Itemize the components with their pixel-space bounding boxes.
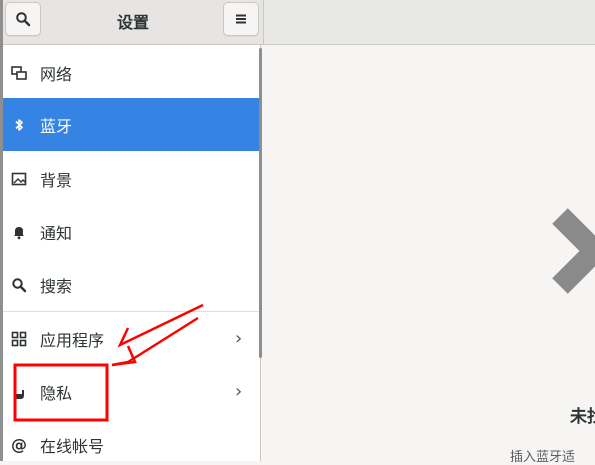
apps-grid-icon [11,331,27,347]
status-description: 插入蓝牙适 [510,450,576,465]
sidebar: 网络 蓝牙 背景 通知 搜索 应用程序 › 隐私 › @ 在线帐号 [3,45,261,461]
sidebar-header: 设置 [3,0,264,44]
bluetooth-icon [11,117,27,133]
sidebar-item-background[interactable]: 背景 [3,152,260,205]
sidebar-item-network[interactable]: 网络 [3,46,260,99]
sidebar-item-label: 在线帐号 [40,436,105,456]
sidebar-item-label: 蓝牙 [40,116,73,136]
hand-icon [11,384,27,400]
sidebar-item-privacy[interactable]: 隐私 › [3,365,260,418]
sidebar-item-label: 应用程序 [40,330,105,350]
sidebar-item-label: 搜索 [40,276,73,296]
sidebar-item-online-accounts[interactable]: @ 在线帐号 [3,418,260,461]
header-bar: 设置 [3,0,595,45]
sidebar-item-label: 通知 [40,223,73,243]
sidebar-item-applications[interactable]: 应用程序 › [3,312,260,365]
hamburger-menu-icon [236,14,246,24]
sidebar-item-label: 网络 [40,64,73,84]
status-title: 未找 [570,407,595,427]
sidebar-item-notifications[interactable]: 通知 [3,205,260,258]
page-title: 设置 [116,13,149,32]
sidebar-scrollbar[interactable] [259,48,262,358]
search-button[interactable] [5,2,41,36]
background-icon [11,171,27,187]
chevron-right-icon: › [235,328,243,349]
bluetooth-disabled-icon [552,208,595,294]
sidebar-item-bluetooth[interactable]: 蓝牙 [3,98,260,151]
search-icon [16,12,31,27]
sidebar-item-label: 隐私 [40,383,73,403]
bell-icon [11,224,27,240]
at-icon: @ [11,435,27,454]
network-icon [11,65,27,81]
search-icon [11,277,27,293]
content-header [264,0,595,44]
chevron-right-icon: › [235,381,243,402]
sidebar-item-search[interactable]: 搜索 [3,258,260,311]
menu-button[interactable] [223,2,259,36]
sidebar-item-label: 背景 [40,170,73,190]
